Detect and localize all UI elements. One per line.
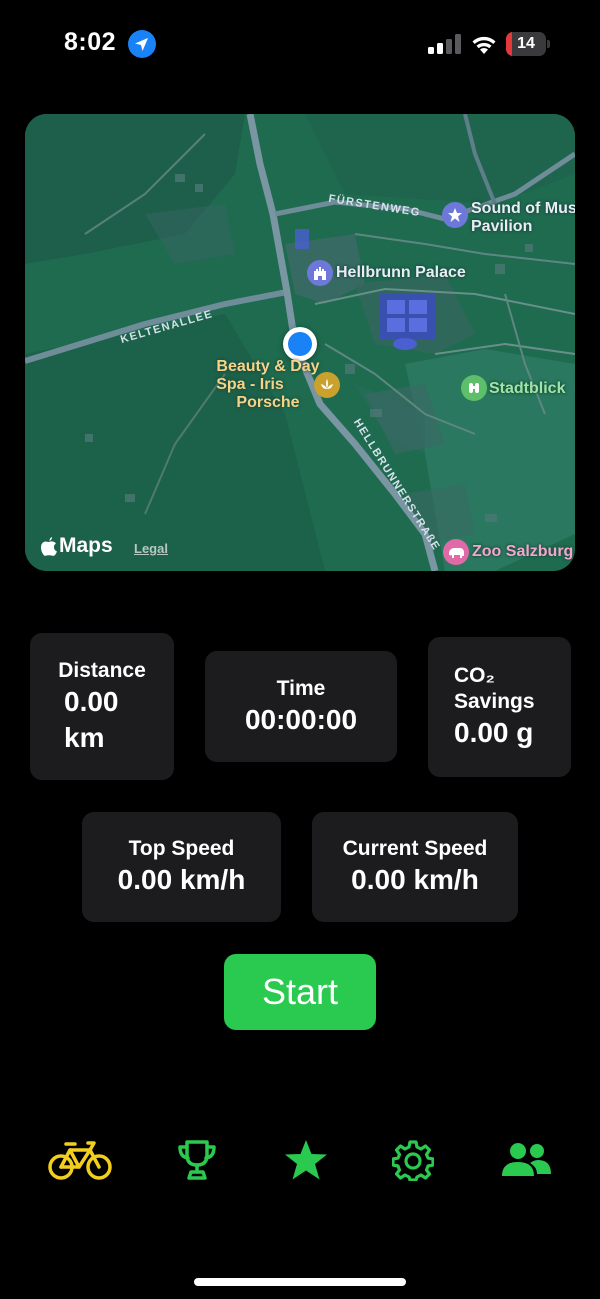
palace-poi-icon[interactable]	[307, 260, 333, 286]
time-value: 00:00:00	[244, 703, 358, 735]
palace-label: Hellbrunn Palace	[336, 264, 466, 281]
distance-title: Distance	[58, 658, 146, 682]
distance-value: 0.00 km	[64, 685, 119, 753]
tab-settings[interactable]	[388, 1135, 438, 1185]
top-speed-card: Top Speed 0.00 km/h	[82, 812, 281, 922]
apple-logo-icon	[41, 536, 57, 556]
trophy-icon	[178, 1140, 216, 1180]
location-arrow-icon	[128, 30, 156, 58]
status-time: 8:02	[64, 28, 117, 56]
apple-maps-brand: Maps	[41, 534, 113, 558]
distance-card: Distance 0.00 km	[30, 633, 174, 780]
pavilion-poi-icon[interactable]	[442, 202, 468, 228]
top-speed-title: Top Speed	[128, 837, 235, 860]
bicycle-icon	[48, 1141, 112, 1180]
gear-icon	[392, 1140, 434, 1181]
current-speed-title: Current Speed	[342, 837, 488, 860]
tab-achievements[interactable]	[172, 1135, 222, 1185]
home-indicator[interactable]	[194, 1278, 406, 1286]
people-icon	[502, 1143, 551, 1176]
battery-level: 14	[517, 35, 535, 52]
spa-poi-icon[interactable]	[314, 372, 340, 398]
tab-community[interactable]	[498, 1135, 554, 1185]
legal-link[interactable]: Legal	[134, 541, 168, 556]
wifi-icon	[472, 36, 496, 54]
cellular-signal-icon	[428, 34, 461, 54]
start-button[interactable]: Start	[224, 954, 376, 1030]
tab-ride[interactable]	[44, 1135, 116, 1185]
co2-card: CO₂ Savings 0.00 g	[428, 637, 571, 777]
map-view[interactable]: FÜRSTENWEG KELTENALLEE HELLBRUNNERSTRAßE…	[25, 114, 575, 571]
time-title: Time	[276, 676, 326, 700]
maps-brand-text: Maps	[59, 534, 113, 557]
zoo-label: Zoo Salzburg	[472, 543, 574, 560]
zoo-poi-icon[interactable]	[443, 539, 469, 565]
co2-value: 0.00 g	[454, 717, 534, 748]
stadtblick-poi-icon[interactable]	[461, 375, 487, 401]
pavilion-label-line2: Pavilion	[471, 218, 533, 235]
user-location-dot	[283, 327, 317, 361]
current-speed-value: 0.00 km/h	[351, 864, 479, 895]
tab-favorites[interactable]	[281, 1135, 331, 1185]
screen: 8:02 14 FÜRSTENWEG KELTENALLEE HELLBRUNN…	[0, 0, 600, 1299]
pavilion-label-line1: Sound of Mus	[471, 200, 575, 217]
co2-title-line2: Savings	[454, 690, 535, 713]
time-card: Time 00:00:00	[205, 651, 397, 762]
battery-indicator: 14	[506, 32, 550, 56]
star-icon	[285, 1140, 327, 1180]
top-speed-value: 0.00 km/h	[117, 864, 246, 895]
co2-title-line1: CO₂	[454, 664, 495, 687]
current-speed-card: Current Speed 0.00 km/h	[312, 812, 518, 922]
stadtblick-label: Stadtblick	[489, 380, 566, 397]
